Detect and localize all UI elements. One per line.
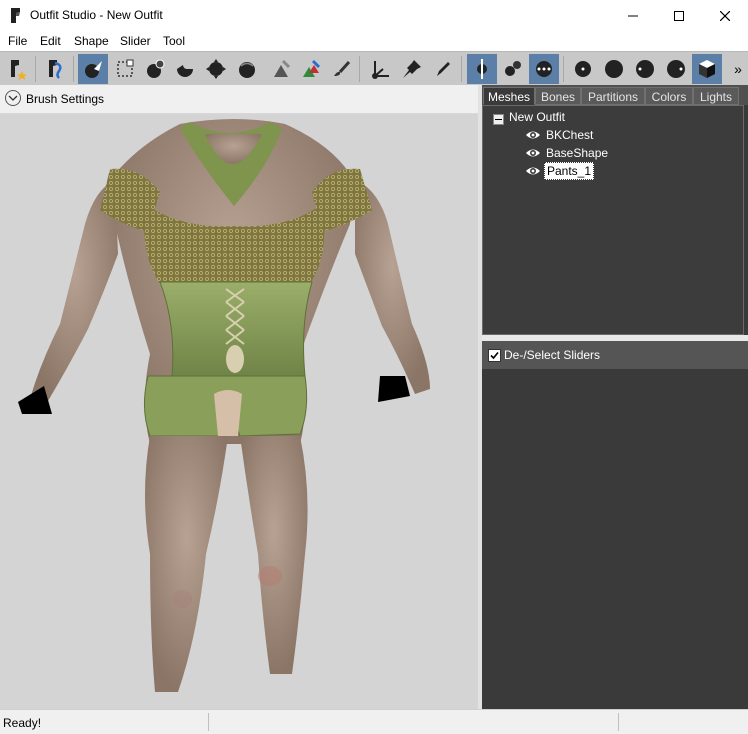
global-brush-button[interactable] [529, 54, 559, 84]
inflate-brush-icon [147, 59, 165, 78]
brush-size-1-icon [575, 61, 591, 77]
chevron-down-icon[interactable] [5, 90, 21, 106]
app-icon [11, 8, 20, 23]
load-outfit-icon [49, 60, 62, 79]
mask-brush-button[interactable] [110, 54, 140, 84]
tree-item-bkchest[interactable]: BKChest [525, 126, 595, 143]
brush-settings-header[interactable]: Brush Settings [0, 85, 478, 114]
connected-only-button[interactable] [498, 54, 528, 84]
deflate-brush-button[interactable] [170, 54, 200, 84]
tree-root[interactable]: New Outfit [509, 110, 565, 124]
status-bar: Ready! [0, 709, 748, 734]
select-sliders-label: De-/Select Sliders [504, 348, 601, 362]
load-reference-button[interactable] [2, 54, 32, 84]
tab-lights[interactable]: Lights [693, 87, 739, 105]
tree-item-label: BaseShape [546, 145, 609, 160]
visibility-eye-icon[interactable] [525, 165, 541, 177]
title-bar: Outfit Studio - New Outfit [0, 0, 748, 31]
brush-size-4-icon [667, 60, 685, 78]
brush-settings-label: Brush Settings [26, 92, 105, 106]
visibility-eye-icon[interactable] [525, 147, 541, 159]
menu-shape[interactable]: Shape [74, 34, 109, 48]
mask-brush-icon [117, 59, 134, 77]
brush-size-2-icon [605, 60, 623, 78]
brush-size-3-button[interactable] [630, 54, 660, 84]
undiff-brush-icon [274, 59, 291, 77]
load-outfit-button[interactable] [40, 54, 70, 84]
move-brush-button[interactable] [201, 54, 231, 84]
maximize-icon [674, 10, 684, 21]
model-render [18, 119, 430, 692]
brush-size-4-button[interactable] [661, 54, 691, 84]
tree-item-label: BKChest [546, 127, 594, 142]
wireframe-icon [699, 60, 715, 78]
3d-viewport[interactable] [0, 114, 478, 709]
color-brush-button[interactable] [326, 54, 356, 84]
window-title: Outfit Studio - New Outfit [30, 8, 163, 22]
menu-slider[interactable]: Slider [120, 34, 151, 48]
tab-colors[interactable]: Colors [645, 87, 693, 105]
minimize-icon [628, 15, 638, 16]
wireframe-button[interactable] [692, 54, 722, 84]
mesh-tree: New Outfit BKChest BaseShape Pants_1 [482, 105, 744, 335]
toolbar-overflow-button[interactable]: » [728, 54, 748, 84]
slider-header: De-/Select Sliders [482, 341, 748, 369]
checkmark-icon [490, 351, 499, 360]
inflate-brush-button[interactable] [140, 54, 170, 84]
pivot-icon [403, 60, 421, 78]
transform-icon [372, 61, 389, 79]
menu-edit[interactable]: Edit [40, 34, 61, 48]
load-reference-icon [11, 60, 27, 80]
move-brush-icon [206, 59, 226, 79]
menu-bar: File Edit Shape Slider Tool [0, 31, 748, 51]
tree-item-pants-1[interactable]: Pants_1 [525, 161, 595, 180]
connected-only-icon [505, 61, 521, 76]
maximize-button[interactable] [656, 0, 702, 31]
panel-tabs: Meshes Bones Partitions Colors Lights [482, 85, 748, 105]
toolbar: » [0, 51, 748, 86]
smooth-brush-icon [239, 62, 255, 78]
select-brush-icon [85, 61, 102, 78]
smooth-brush-button[interactable] [232, 54, 262, 84]
right-panel: Meshes Bones Partitions Colors Lights Ne… [482, 85, 748, 709]
tab-partitions[interactable]: Partitions [581, 87, 645, 105]
menu-tool[interactable]: Tool [163, 34, 185, 48]
brush-size-2-button[interactable] [599, 54, 629, 84]
tab-meshes[interactable]: Meshes [483, 87, 535, 105]
minimize-button[interactable] [610, 0, 656, 31]
close-button[interactable] [702, 0, 748, 31]
tree-item-label: Pants_1 [544, 161, 595, 180]
menu-file[interactable]: File [8, 34, 27, 48]
mirror-x-button[interactable] [467, 54, 497, 84]
global-brush-icon [536, 61, 552, 77]
weight-brush-button[interactable] [296, 54, 326, 84]
tree-item-baseshape[interactable]: BaseShape [525, 144, 610, 161]
transform-button[interactable] [366, 54, 396, 84]
vertex-edit-button[interactable] [428, 54, 458, 84]
color-brush-icon [334, 60, 351, 76]
pivot-button[interactable] [397, 54, 427, 84]
status-text: Ready! [3, 716, 42, 730]
deflate-brush-icon [177, 65, 193, 77]
brush-size-1-button[interactable] [568, 54, 598, 84]
vertex-edit-icon [437, 62, 450, 76]
tab-bones[interactable]: Bones [535, 87, 581, 105]
undiff-brush-button[interactable] [266, 54, 296, 84]
select-brush-button[interactable] [78, 54, 108, 84]
weight-brush-icon [303, 59, 321, 77]
mirror-x-icon [477, 59, 487, 79]
select-sliders-checkbox[interactable] [488, 349, 501, 362]
visibility-eye-icon[interactable] [525, 129, 541, 141]
collapse-icon[interactable] [493, 114, 504, 125]
slider-list [482, 369, 748, 709]
brush-size-3-icon [636, 60, 654, 78]
close-icon [720, 10, 730, 21]
